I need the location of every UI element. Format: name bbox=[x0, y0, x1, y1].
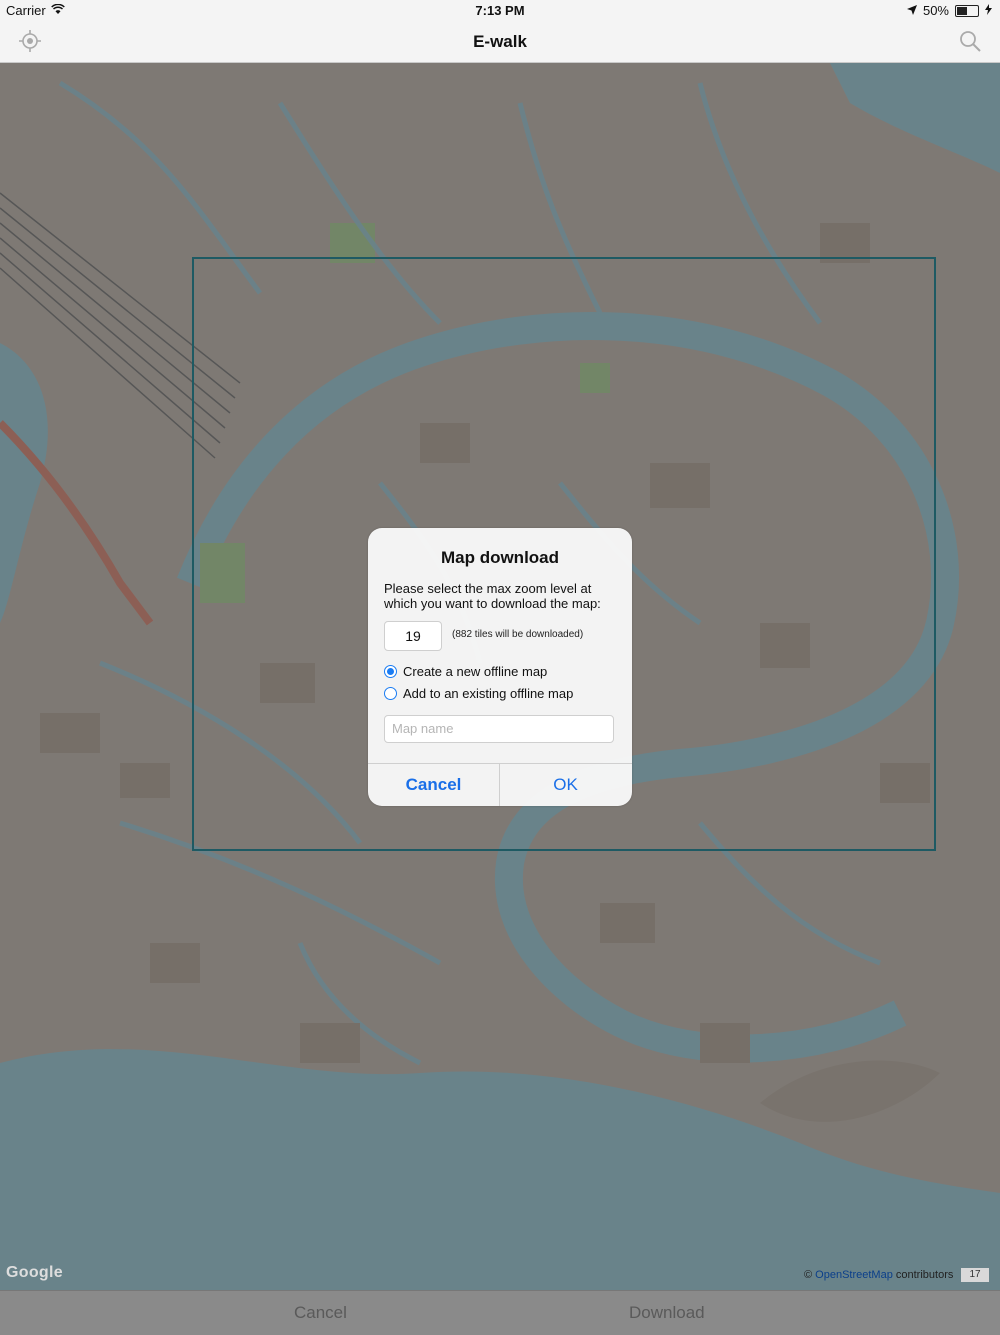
dialog-ok-button[interactable]: OK bbox=[500, 763, 631, 806]
battery-icon bbox=[955, 4, 979, 17]
status-bar: Carrier 7:13 PM 50% bbox=[0, 0, 1000, 22]
option-create-new-map[interactable]: Create a new offline map bbox=[384, 664, 547, 679]
toolbar-cancel-button[interactable]: Cancel bbox=[294, 1303, 347, 1323]
dialog-cancel-button[interactable]: Cancel bbox=[368, 763, 499, 806]
search-icon[interactable] bbox=[958, 29, 982, 53]
radio-selected-icon[interactable] bbox=[384, 665, 397, 678]
map-download-dialog: Map download Please select the max zoom … bbox=[368, 528, 632, 806]
attribution-link[interactable]: OpenStreetMap bbox=[815, 1269, 893, 1281]
battery-percent: 50% bbox=[922, 3, 949, 18]
zoom-level-badge: 17 bbox=[961, 1268, 989, 1282]
bottom-toolbar: Cancel Download bbox=[0, 1290, 1000, 1335]
attribution-suffix: contributors bbox=[895, 1269, 954, 1281]
google-logo: Google bbox=[6, 1264, 63, 1281]
attribution-copyright: © bbox=[804, 1269, 813, 1281]
tiles-count-note: (882 tiles will be downloaded) bbox=[452, 629, 584, 640]
map-attribution: © OpenStreetMap contributors bbox=[804, 1269, 953, 1281]
zoom-level-field[interactable]: 19 bbox=[384, 621, 442, 651]
dialog-message: Please select the max zoom level at whic… bbox=[384, 581, 601, 611]
location-arrow-icon bbox=[906, 3, 917, 18]
status-time: 7:13 PM bbox=[475, 3, 525, 18]
dialog-title: Map download bbox=[440, 548, 560, 567]
option-label: Create a new offline map bbox=[403, 664, 548, 679]
charging-icon bbox=[985, 3, 992, 18]
map-name-input[interactable]: Map name bbox=[384, 715, 614, 743]
toolbar-download-button[interactable]: Download bbox=[629, 1303, 705, 1323]
radio-unselected-icon[interactable] bbox=[384, 687, 397, 700]
option-label: Add to an existing offline map bbox=[403, 686, 574, 701]
option-add-existing-map[interactable]: Add to an existing offline map bbox=[384, 686, 573, 701]
app-title: E-walk bbox=[473, 32, 527, 51]
navigation-bar: E-walk bbox=[0, 22, 1000, 63]
